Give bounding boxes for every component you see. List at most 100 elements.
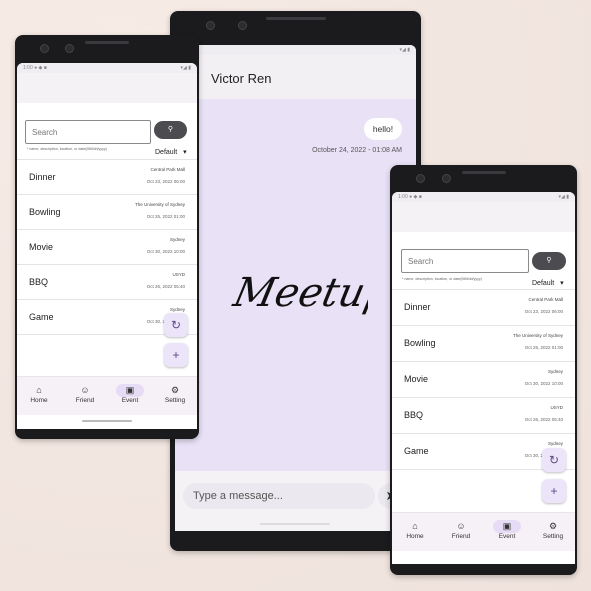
- event-date: Oct 26, 2022 05:40: [524, 417, 563, 422]
- search-hint: * name, description, location, or date(M…: [27, 147, 107, 151]
- add-event-button[interactable]: +: [542, 479, 566, 503]
- event-name: Dinner: [29, 172, 56, 182]
- event-date: Oct 26, 2022 05:40: [146, 284, 185, 289]
- search-hint: * name, description, location, or date(M…: [402, 277, 482, 281]
- chat-header: Victor Ren: [175, 55, 416, 100]
- app-bar: [392, 202, 575, 232]
- event-date: Oct 25, 2022 01:00: [146, 214, 185, 219]
- event-name: Bowling: [29, 207, 61, 217]
- speaker: [462, 171, 506, 174]
- speaker: [85, 41, 129, 44]
- search-icon: ⚲: [546, 257, 552, 264]
- nav-home[interactable]: ⌂ Home: [21, 384, 57, 404]
- event-name: Bowling: [404, 338, 436, 348]
- event-location: The University of Sydney: [134, 202, 185, 207]
- event-icon: ▣: [116, 384, 144, 397]
- bottom-nav: ⌂ Home ☺ Friend ▣ Event ⚙ Setting: [17, 376, 197, 415]
- status-bar: 1:00 ● ◆ ■ ▾◢ ▮: [17, 63, 197, 73]
- event-date: Oct 23, 2022 06:00: [524, 309, 563, 314]
- meetup-logo: Meetup: [229, 268, 368, 315]
- status-bar: ● ● ◆ ■ ▾◢ ▮: [175, 45, 416, 55]
- dropdown-icon: ▾: [183, 149, 187, 156]
- front-camera: [65, 44, 74, 53]
- event-list: Dinner Central Park Mall Oct 23, 2022 06…: [17, 159, 197, 335]
- sort-select[interactable]: Default ▾: [155, 148, 187, 156]
- refresh-icon: ↻: [548, 453, 560, 467]
- nav-friend[interactable]: ☺ Friend: [443, 520, 479, 540]
- status-bar: 1:00 ● ◆ ■ ▾◢ ▮: [392, 192, 575, 202]
- event-row[interactable]: Movie Sydney Oct 30, 2022 10:00: [17, 229, 197, 264]
- event-name: BBQ: [404, 410, 424, 420]
- front-camera: [206, 21, 215, 30]
- message-bubble: hello!: [364, 118, 402, 140]
- front-camera: [40, 44, 49, 53]
- search-icon: ⚲: [167, 126, 174, 133]
- search-button[interactable]: ⚲: [154, 121, 187, 139]
- front-camera: [442, 174, 451, 183]
- front-camera: [238, 21, 247, 30]
- refresh-icon: ↻: [170, 318, 182, 332]
- message-timestamp: October 24, 2022 - 01:08 AM: [312, 147, 402, 154]
- event-location: USYD: [550, 405, 563, 410]
- nav-friend[interactable]: ☺ Friend: [67, 384, 103, 404]
- gear-icon: ⚙: [170, 385, 180, 395]
- add-event-button[interactable]: +: [164, 343, 188, 367]
- nav-event[interactable]: ▣ Event: [112, 384, 148, 404]
- event-row[interactable]: Movie Sydney Oct 30, 2022 10:00: [392, 361, 575, 397]
- app-bar: [17, 73, 197, 103]
- event-name: Dinner: [404, 302, 431, 312]
- front-camera: [416, 174, 425, 183]
- event-row[interactable]: Dinner Central Park Mall Oct 23, 2022 06…: [17, 159, 197, 194]
- dropdown-icon: ▾: [560, 280, 564, 287]
- event-row[interactable]: Dinner Central Park Mall Oct 23, 2022 06…: [392, 289, 575, 325]
- event-location: Sydney: [547, 441, 563, 446]
- add-icon: +: [172, 348, 180, 362]
- nav-setting[interactable]: ⚙ Setting: [157, 384, 193, 404]
- event-screen: 1:00 ● ◆ ■ ▾◢ ▮ ⚲ * name, description, l…: [392, 192, 575, 564]
- contact-name: Victor Ren: [211, 71, 272, 86]
- event-date: Oct 25, 2022 01:00: [524, 345, 563, 350]
- event-row[interactable]: BBQ USYD Oct 26, 2022 05:40: [392, 397, 575, 433]
- home-icon: ⌂: [36, 385, 42, 395]
- event-location: Central Park Mall: [528, 297, 563, 302]
- event-name: Game: [404, 446, 429, 456]
- message-composer: Type a message... ➤: [175, 471, 416, 531]
- event-location: Sydney: [169, 307, 185, 312]
- event-location: The University of Sydney: [512, 333, 563, 338]
- event-location: USYD: [172, 272, 185, 277]
- person-icon: ☺: [80, 385, 90, 395]
- event-list: Dinner Central Park Mall Oct 23, 2022 06…: [392, 289, 575, 470]
- event-name: Movie: [404, 374, 429, 384]
- event-phone-right: 1:00 ● ◆ ■ ▾◢ ▮ ⚲ * name, description, l…: [390, 165, 577, 575]
- svg-text:Meetup: Meetup: [229, 268, 368, 315]
- home-indicator: [82, 420, 132, 422]
- event-name: Movie: [29, 242, 54, 252]
- nav-home[interactable]: ⌂ Home: [397, 520, 433, 540]
- search-input[interactable]: [401, 249, 529, 273]
- home-indicator: [260, 523, 330, 525]
- search-input[interactable]: [25, 120, 151, 144]
- event-date: Oct 30, 2022 10:00: [146, 249, 185, 254]
- home-icon: ⌂: [412, 521, 418, 531]
- nav-event[interactable]: ▣ Event: [489, 520, 525, 540]
- event-name: Game: [29, 312, 54, 322]
- event-screen: 1:00 ● ◆ ■ ▾◢ ▮ ⚲ * name, description, l…: [17, 63, 197, 429]
- event-row[interactable]: BBQ USYD Oct 26, 2022 05:40: [17, 264, 197, 299]
- event-row[interactable]: Bowling The University of Sydney Oct 25,…: [17, 194, 197, 229]
- search-button[interactable]: ⚲: [532, 252, 566, 270]
- event-date: Oct 30, 2022 10:00: [524, 381, 563, 386]
- sort-select[interactable]: Default ▾: [532, 279, 564, 287]
- message-input[interactable]: Type a message...: [183, 483, 375, 509]
- add-icon: +: [550, 484, 558, 498]
- event-name: BBQ: [29, 277, 49, 287]
- refresh-button[interactable]: ↻: [164, 313, 188, 337]
- refresh-button[interactable]: ↻: [542, 448, 566, 472]
- nav-setting[interactable]: ⚙ Setting: [535, 520, 571, 540]
- event-location: Sydney: [169, 237, 185, 242]
- event-row[interactable]: Bowling The University of Sydney Oct 25,…: [392, 325, 575, 361]
- event-icon: ▣: [493, 520, 521, 533]
- event-location: Sydney: [547, 369, 563, 374]
- speaker: [266, 17, 326, 20]
- event-phone-left: 1:00 ● ◆ ■ ▾◢ ▮ ⚲ * name, description, l…: [15, 35, 199, 439]
- bottom-nav: ⌂ Home ☺ Friend ▣ Event ⚙ Setting: [392, 512, 575, 551]
